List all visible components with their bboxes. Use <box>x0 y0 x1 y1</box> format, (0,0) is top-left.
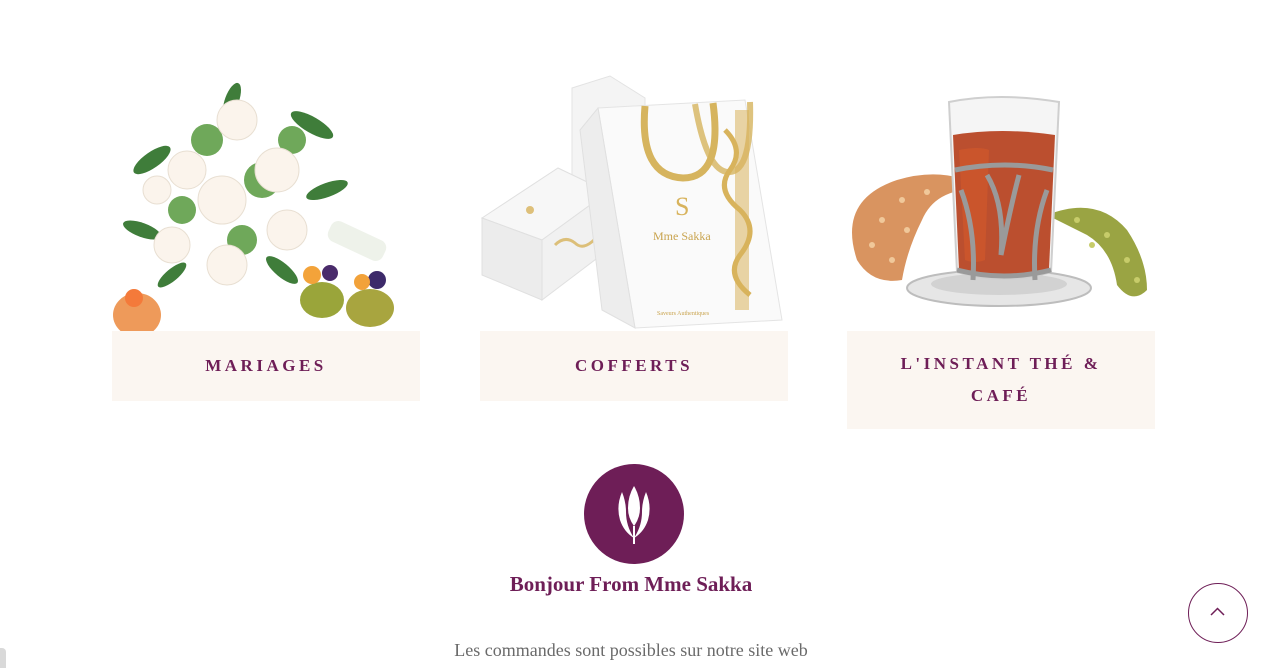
card-mariages[interactable]: Mariages <box>112 70 420 401</box>
card-instant-the-cafe[interactable]: L'Instant Thé & Café <box>847 70 1155 429</box>
card-label[interactable]: Cofferts <box>480 331 788 401</box>
wedding-bouquet-image[interactable] <box>112 70 420 331</box>
card-cofferts[interactable]: S Mme Sakka Saveurs Authentiques Coffert… <box>480 70 788 401</box>
card-label[interactable]: Mariages <box>112 331 420 401</box>
chevron-up-icon <box>1210 607 1225 616</box>
card-label[interactable]: L'Instant Thé & Café <box>847 331 1155 429</box>
svg-text:Mme Sakka: Mme Sakka <box>653 229 711 243</box>
tea-glass-image[interactable] <box>847 70 1155 331</box>
tulip-icon <box>618 486 650 544</box>
svg-text:Saveurs Authentiques: Saveurs Authentiques <box>657 311 710 317</box>
svg-text:S: S <box>675 192 689 221</box>
gift-bag-image[interactable]: S Mme Sakka Saveurs Authentiques <box>480 70 788 331</box>
brand-logo <box>584 464 684 564</box>
side-edge-tab[interactable] <box>0 648 6 668</box>
scroll-to-top-button[interactable] <box>1188 583 1248 643</box>
orders-info-text: Les commandes sont possibles sur notre s… <box>454 640 808 660</box>
greeting-heading: Bonjour From Mme Sakka <box>509 572 753 596</box>
